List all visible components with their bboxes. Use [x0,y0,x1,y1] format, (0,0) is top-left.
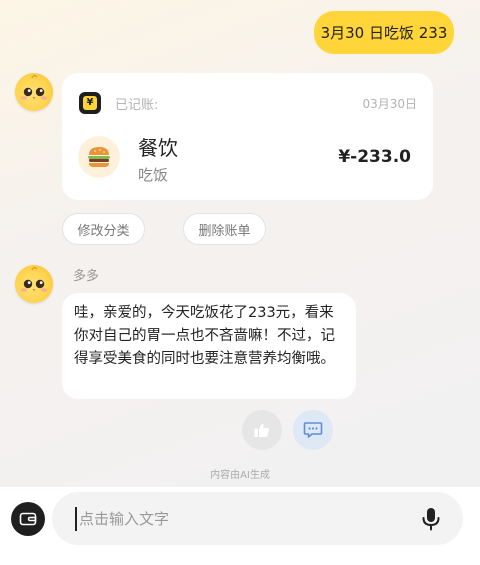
bot-name: 多多 [73,269,100,284]
thumbs-up-icon [254,423,269,437]
text-caret [75,507,77,531]
bill-date: 03月30日 [362,96,417,111]
bot-avatar[interactable] [15,265,53,303]
yen-icon: ¥ [79,92,101,114]
bill-status: 已记账: [115,97,159,113]
bot-avatar[interactable] [15,73,53,111]
comment-icon [303,422,323,438]
bill-card[interactable]: ¥ 已记账: 03月30日 餐饮 吃饭 ¥-233.0 [62,73,433,200]
bot-message-bubble: 哇，亲爱的，今天吃饭花了233元，看来你对自己的胃一点也不吝啬嘛！不过，记得享受… [62,293,356,399]
chick-face-icon [21,74,47,100]
wallet-icon [19,512,37,526]
microphone-icon[interactable] [420,507,442,531]
comment-button[interactable] [293,410,333,450]
delete-bill-button[interactable]: 删除账单 [183,213,266,245]
message-input-box[interactable] [52,492,463,545]
burger-icon [78,136,120,178]
like-button[interactable] [242,410,282,450]
bill-note: 吃饭 [138,166,169,184]
message-input[interactable] [79,492,399,545]
user-message-bubble: 3月30 日吃饭 233 [314,11,454,54]
edit-category-button[interactable]: 修改分类 [62,213,145,245]
bill-amount: ¥-233.0 [338,147,411,167]
bill-category: 餐饮 [138,136,178,160]
wallet-button[interactable] [11,502,45,536]
chick-face-icon [21,266,47,292]
ai-generated-note: 内容由AI生成 [210,470,270,481]
